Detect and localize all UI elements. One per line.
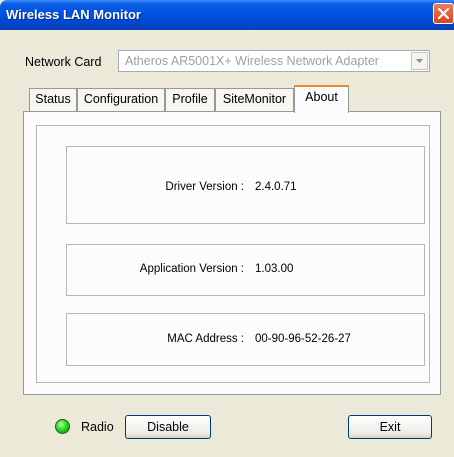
exit-button[interactable]: Exit [348,415,432,439]
radio-status-indicator [55,419,70,434]
application-version-label: Application Version : [139,263,244,275]
network-card-dropdown-button[interactable] [411,52,428,70]
driver-version-box: Driver Version : 2.4.0.71 [66,146,425,224]
driver-version-label: Driver Version : [165,181,244,193]
window-title: Wireless LAN Monitor [6,7,141,22]
network-card-select[interactable]: Atheros AR5001X+ Wireless Network Adapte… [118,50,430,72]
about-tab-panel: Driver Version : 2.4.0.71 Application Ve… [23,111,441,395]
tab-configuration[interactable]: Configuration [77,88,165,111]
radio-label: Radio [81,420,114,434]
wireless-lan-monitor-window: Wireless LAN Monitor Network Card Athero… [0,0,454,457]
tab-sitemonitor[interactable]: SiteMonitor [215,88,294,111]
tab-profile[interactable]: Profile [165,88,215,111]
chevron-down-icon [416,59,423,63]
tab-about[interactable]: About [294,85,349,113]
driver-version-value: 2.4.0.71 [255,181,297,193]
close-button[interactable] [433,3,454,24]
mac-address-value: 00-90-96-52-26-27 [255,333,351,345]
tab-status[interactable]: Status [29,88,77,111]
mac-address-label: MAC Address : [167,333,244,345]
disable-button[interactable]: Disable [125,415,211,439]
mac-address-box: MAC Address : 00-90-96-52-26-27 [66,313,425,366]
close-icon [437,7,450,20]
network-card-selected-value: Atheros AR5001X+ Wireless Network Adapte… [125,54,379,68]
title-bar[interactable]: Wireless LAN Monitor [0,0,454,30]
about-group-box: Driver Version : 2.4.0.71 Application Ve… [36,125,430,383]
application-version-value: 1.03.00 [255,263,294,275]
application-version-box: Application Version : 1.03.00 [66,244,425,296]
network-card-label: Network Card [25,55,102,69]
